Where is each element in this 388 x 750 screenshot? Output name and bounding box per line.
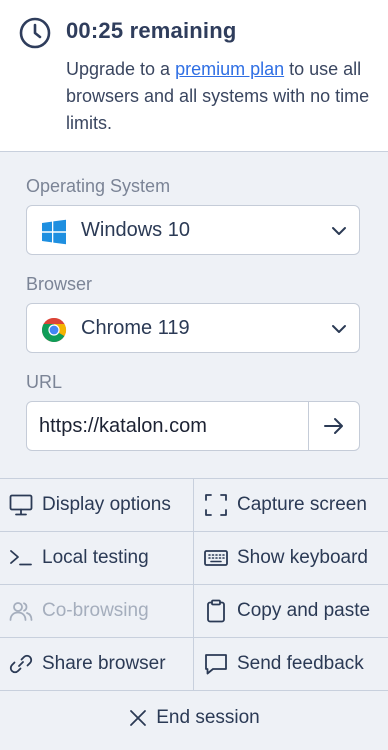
action-row: Display options Capture screen	[0, 479, 388, 532]
message-icon	[205, 654, 227, 675]
upgrade-message-prefix: Upgrade to a	[66, 59, 176, 79]
link-icon	[9, 654, 33, 674]
copy-and-paste-label: Copy and paste	[237, 600, 371, 621]
terminal-icon	[10, 550, 32, 566]
display-options-label: Display options	[42, 494, 171, 515]
browser-select[interactable]: Chrome 119	[26, 303, 360, 353]
browser-select-value: Chrome 119	[81, 317, 190, 339]
share-browser-button[interactable]: Share browser	[0, 638, 193, 690]
url-input[interactable]	[27, 402, 311, 450]
action-row: Share browser Send feedback	[0, 638, 388, 691]
time-remaining-title: 00:25 remaining	[66, 18, 237, 43]
premium-plan-link[interactable]: premium plan	[175, 59, 284, 79]
monitor-icon	[9, 494, 33, 516]
capture-screen-label: Capture screen	[237, 494, 367, 515]
display-options-button[interactable]: Display options	[0, 479, 193, 531]
os-select[interactable]: Windows 10	[26, 205, 360, 255]
co-browsing-label: Co-browsing	[42, 600, 149, 621]
time-remaining-banner: 00:25 remaining Upgrade to a premium pla…	[0, 0, 388, 152]
session-panel: 00:25 remaining Upgrade to a premium pla…	[0, 0, 388, 750]
show-keyboard-button[interactable]: Show keyboard	[193, 532, 388, 584]
capture-screen-button[interactable]: Capture screen	[193, 479, 388, 531]
action-row: Co-browsing Copy and paste	[0, 585, 388, 638]
url-label: URL	[26, 372, 63, 392]
local-testing-button[interactable]: Local testing	[0, 532, 193, 584]
users-icon	[9, 602, 33, 621]
close-icon	[130, 710, 147, 726]
windows-icon	[42, 219, 66, 245]
capture-frame-icon	[205, 494, 227, 516]
os-select-value: Windows 10	[81, 219, 190, 241]
go-button[interactable]	[308, 402, 359, 450]
chevron-down-icon	[332, 325, 346, 333]
co-browsing-button[interactable]: Co-browsing	[0, 585, 193, 637]
browser-label: Browser	[26, 274, 93, 294]
url-field	[26, 401, 360, 451]
send-feedback-button[interactable]: Send feedback	[193, 638, 388, 690]
arrow-right-icon	[324, 418, 343, 434]
show-keyboard-label: Show keyboard	[237, 547, 368, 568]
chevron-down-icon	[332, 227, 346, 235]
clipboard-icon	[207, 599, 225, 623]
copy-and-paste-button[interactable]: Copy and paste	[193, 585, 388, 637]
send-feedback-label: Send feedback	[237, 653, 364, 674]
clock-icon	[19, 17, 51, 49]
action-grid: Display options Capture screen Local tes…	[0, 478, 388, 745]
end-session-button[interactable]: End session	[0, 691, 388, 745]
local-testing-label: Local testing	[42, 547, 149, 568]
chrome-icon	[41, 317, 67, 343]
keyboard-icon	[204, 550, 228, 566]
share-browser-label: Share browser	[42, 653, 166, 674]
end-session-label: End session	[156, 707, 260, 728]
action-row: Local testing Show keyboard	[0, 532, 388, 585]
os-label: Operating System	[26, 176, 171, 196]
upgrade-message: Upgrade to a premium plan to use all bro…	[66, 56, 376, 137]
